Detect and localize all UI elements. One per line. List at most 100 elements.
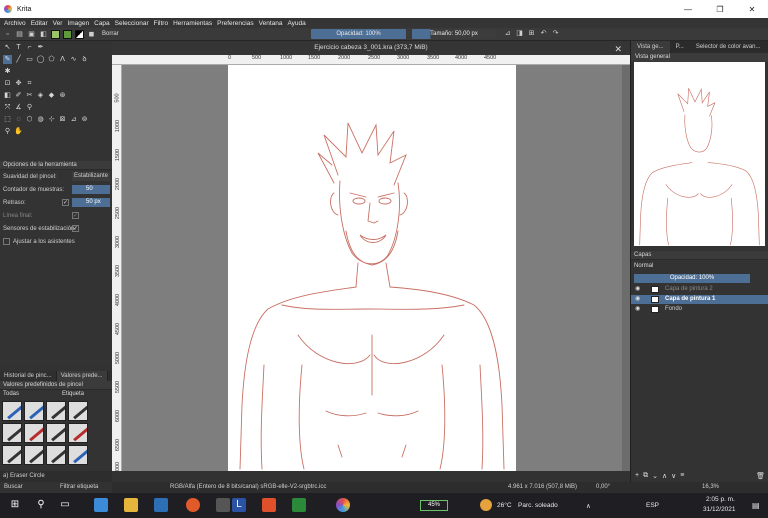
layer-row[interactable]: ◉ Capa de pintura 1 xyxy=(631,295,768,304)
assistant-tool-icon[interactable]: ⤧ xyxy=(3,103,12,112)
delay-input[interactable]: 50 px xyxy=(72,198,110,207)
file-explorer-icon[interactable] xyxy=(124,498,138,512)
polygon-tool-icon[interactable]: ⬠ xyxy=(47,55,56,64)
redo-icon[interactable]: ↷ xyxy=(551,29,560,38)
weather-text[interactable]: Parc. soleado xyxy=(518,502,558,509)
document-tab[interactable]: Ejercicio cabeza 3_001.kra (373,7 MiB) ✕ xyxy=(112,41,630,55)
brave-icon[interactable] xyxy=(262,498,276,512)
delay-checkbox[interactable]: ✓ xyxy=(62,199,69,206)
preset-tile[interactable] xyxy=(68,445,88,465)
text-tool-icon[interactable]: T xyxy=(14,43,23,52)
preset-tile[interactable] xyxy=(46,445,66,465)
menu-archivo[interactable]: Archivo xyxy=(4,20,26,27)
brush-preset-icon[interactable]: ◼ xyxy=(87,30,96,39)
windows-start-icon[interactable]: ⊞ xyxy=(8,498,22,512)
stabilize-sensors-checkbox[interactable]: ✓ xyxy=(72,225,79,232)
preset-tile[interactable] xyxy=(46,401,66,421)
preset-tile[interactable] xyxy=(68,423,88,443)
smart-patch-icon[interactable]: ◈ xyxy=(36,91,45,100)
crop-tool-icon[interactable]: ⌗ xyxy=(25,79,34,88)
bezier-select-icon[interactable]: ⊿ xyxy=(69,115,78,124)
move-tool-icon[interactable]: ✥ xyxy=(14,79,23,88)
blend-mode-select[interactable]: Normal xyxy=(634,263,653,269)
overview-thumbnail[interactable] xyxy=(634,62,765,246)
move-layer-up-icon[interactable]: ∧ xyxy=(662,472,667,480)
firefox-icon[interactable] xyxy=(186,498,200,512)
menu-ayuda[interactable]: Ayuda xyxy=(287,20,305,27)
save-document-icon[interactable]: ▣ xyxy=(27,30,36,39)
calligraphy-icon[interactable]: ✒ xyxy=(36,43,45,52)
presets-filter-select[interactable]: Todas xyxy=(3,391,19,397)
taskbar-app-icon[interactable]: L xyxy=(232,498,246,512)
menu-ventana[interactable]: Ventana xyxy=(259,20,283,27)
rectangle-tool-icon[interactable]: ▭ xyxy=(25,55,34,64)
preset-search-field[interactable]: Buscar xyxy=(4,482,23,493)
measure-tool-icon[interactable]: ∡ xyxy=(14,103,23,112)
line-tool-icon[interactable]: ╱ xyxy=(14,55,23,64)
bezier-tool-icon[interactable]: ∿ xyxy=(69,55,78,64)
brush-size-slider[interactable]: Tamaño: 50,00 px xyxy=(412,29,496,39)
brush-preset-field[interactable]: Borrar xyxy=(102,29,172,39)
close-document-icon[interactable]: ✕ xyxy=(614,42,622,56)
contiguous-select-icon[interactable]: ⊹ xyxy=(47,115,56,124)
taskbar-app-icon[interactable] xyxy=(94,498,108,512)
tab-overview[interactable]: Vista ge... xyxy=(631,41,670,53)
menu-editar[interactable]: Editar xyxy=(31,20,48,27)
preset-tile[interactable] xyxy=(2,423,22,443)
move-layer-down-icon[interactable]: ∨ xyxy=(671,472,676,480)
notifications-icon[interactable]: ▤ xyxy=(752,501,760,510)
add-layer-icon[interactable]: + xyxy=(635,472,639,480)
close-window-button[interactable]: ✕ xyxy=(736,0,768,18)
menu-filtro[interactable]: Filtro xyxy=(154,20,168,27)
zoom-level[interactable]: 16,3% xyxy=(702,482,719,493)
presets-tag-select[interactable]: Etiqueta xyxy=(62,391,84,397)
menu-seleccionar[interactable]: Seleccionar xyxy=(115,20,149,27)
ellipse-tool-icon[interactable]: ◯ xyxy=(36,55,45,64)
krita-taskbar-icon[interactable] xyxy=(336,498,350,512)
mirror-icon[interactable]: ⊿ xyxy=(503,29,512,38)
transform-tool-icon[interactable]: ⊡ xyxy=(3,79,12,88)
magnetic-select-icon[interactable]: ⊚ xyxy=(80,115,89,124)
reference-images-icon[interactable]: ⚲ xyxy=(25,103,34,112)
tab-advanced-color-selector[interactable]: Selector de color avan... xyxy=(690,41,767,53)
finish-line-checkbox[interactable]: ✓ xyxy=(72,212,79,219)
tab-palette[interactable]: P... xyxy=(670,41,690,53)
color-sampler-icon[interactable]: ✐ xyxy=(14,91,23,100)
clock-time[interactable]: 2:05 p. m. xyxy=(706,496,735,503)
taskbar-app-icon[interactable] xyxy=(216,498,230,512)
weather-icon[interactable] xyxy=(480,499,492,511)
undo-icon[interactable]: ↶ xyxy=(539,29,548,38)
gradient-tool-icon[interactable]: ◧ xyxy=(3,91,12,100)
language-indicator[interactable]: ESP xyxy=(646,502,659,509)
mail-icon[interactable] xyxy=(154,498,168,512)
enclose-fill-icon[interactable]: ⊛ xyxy=(58,91,67,100)
rotation-info[interactable]: 0,00° xyxy=(596,482,610,493)
battery-indicator[interactable]: 45% xyxy=(420,500,448,511)
preset-tile[interactable] xyxy=(24,401,44,421)
mirror-h-icon[interactable]: ◨ xyxy=(515,29,524,38)
snap-assistants-checkbox[interactable] xyxy=(3,238,10,245)
pattern-swatch[interactable] xyxy=(51,29,60,39)
zoom-tool-icon[interactable]: ⚲ xyxy=(3,127,12,136)
smoothing-select[interactable]: Estabilizante xyxy=(72,172,110,181)
new-document-icon[interactable]: ▫ xyxy=(3,30,12,39)
pan-tool-icon[interactable]: ✋ xyxy=(14,127,23,136)
menu-imagen[interactable]: Imagen xyxy=(67,20,89,27)
freehand-select-icon[interactable]: ◍ xyxy=(36,115,45,124)
taskbar-app-icon[interactable] xyxy=(292,498,306,512)
preset-tile[interactable] xyxy=(2,445,22,465)
multibrush-icon[interactable]: ✱ xyxy=(3,67,12,76)
layer-row[interactable]: ◉ Fondo xyxy=(631,305,768,314)
weather-temp[interactable]: 26°C xyxy=(497,502,512,509)
preset-tile[interactable] xyxy=(24,423,44,443)
freehand-path-icon[interactable]: ꝺ xyxy=(80,55,89,64)
menu-herramientas[interactable]: Herramientas xyxy=(173,20,212,27)
preset-tile[interactable] xyxy=(68,401,88,421)
edit-shapes-icon[interactable]: ⌐ xyxy=(25,43,34,52)
polyline-tool-icon[interactable]: ᐱ xyxy=(58,55,67,64)
polygon-select-icon[interactable]: ⬡ xyxy=(25,115,34,124)
visibility-icon[interactable]: ◉ xyxy=(635,285,640,294)
rect-select-icon[interactable]: ⬚ xyxy=(3,115,12,124)
filter-tag-checkbox[interactable]: Filtrar etiqueta xyxy=(60,482,98,493)
colorize-mask-icon[interactable]: ✂ xyxy=(25,91,34,100)
